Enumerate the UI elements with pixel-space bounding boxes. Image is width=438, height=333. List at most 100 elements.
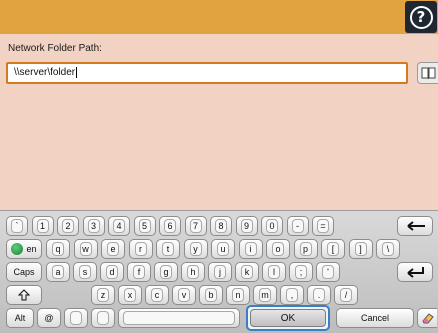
char-key[interactable]: 3 [82,216,105,236]
network-folder-path-input[interactable]: \\server\folder [6,62,408,84]
enter-key[interactable] [397,262,433,282]
caps-lock-key[interactable]: Caps [6,262,42,282]
alt-key-label: Alt [14,313,26,323]
cancel-button[interactable]: Cancel [336,308,414,328]
char-key-label: 4 [113,219,125,233]
slash-key-bottom[interactable] [91,308,115,328]
space-bar-face [123,311,235,325]
cancel-label: Cancel [360,313,389,323]
char-key[interactable]: 0 [261,216,283,236]
alt-key[interactable]: Alt [6,308,34,328]
at-key-label: @ [44,313,54,323]
on-screen-keyboard: ` 1 2 3 4 5 6 7 8 9 0- = q w e r t y u i o p [] \ a s d f g h j k l; ' z x c… [0,210,438,333]
char-key[interactable]: w [73,239,98,259]
char-key-label: f [133,265,145,279]
char-key[interactable]: c [145,285,169,305]
char-key-label: 6 [164,219,176,233]
char-key[interactable]: d [100,262,124,282]
char-key[interactable]: u [211,239,235,259]
char-key-label: s [79,265,91,279]
char-key[interactable]: 2 [57,216,79,236]
address-book-button[interactable] [417,62,438,84]
char-key[interactable]: m [253,285,277,305]
char-key[interactable]: z [91,285,115,305]
char-key[interactable]: v [172,285,196,305]
char-key-label: ' [322,265,334,279]
char-key-label: [ [327,242,339,256]
char-key[interactable]: b [199,285,223,305]
char-key[interactable]: 8 [210,216,232,236]
char-key[interactable]: l [262,262,286,282]
char-key[interactable]: q [46,239,70,259]
char-key[interactable]: ; [289,262,313,282]
char-key-label: l [268,265,280,279]
char-key[interactable]: [ [321,239,345,259]
char-key[interactable]: a [46,262,70,282]
char-key[interactable]: , [280,285,304,305]
help-icon: ? [409,5,433,29]
char-key[interactable]: . [307,285,331,305]
ok-button[interactable]: OK [246,305,330,331]
at-key[interactable]: @ [37,308,61,328]
char-key-label: , [286,288,298,302]
char-key[interactable]: i [238,239,263,259]
char-key[interactable]: ` [6,216,28,236]
char-key-label: a [52,265,64,279]
ok-button-face: OK [250,309,326,327]
char-key[interactable]: p [293,239,318,259]
char-key[interactable]: x [118,285,142,305]
char-key-label: y [189,242,202,256]
char-key[interactable]: 7 [184,216,207,236]
char-key-label: t [162,242,174,256]
shift-key[interactable] [6,285,42,305]
char-key[interactable]: n [226,285,250,305]
eraser-icon [421,313,434,324]
char-key-label: 2 [62,219,74,233]
char-key[interactable]: h [181,262,205,282]
path-input-value: \\server\folder [14,67,76,79]
erase-button[interactable] [417,308,437,328]
dot-key[interactable] [64,308,88,328]
char-key-label: ` [11,219,23,233]
char-key-label: v [178,288,190,302]
space-bar[interactable] [118,308,240,328]
globe-icon [11,243,24,255]
char-key-label: g [160,265,172,279]
slash-key-face [97,311,109,325]
char-key[interactable]: ' [316,262,340,282]
char-key-label: w [79,242,92,256]
char-key[interactable]: y [183,239,208,259]
char-key-label: q [52,242,64,256]
char-key[interactable]: t [156,239,180,259]
char-key[interactable]: g [154,262,178,282]
char-key[interactable]: o [266,239,290,259]
char-key-label: 1 [36,219,49,233]
char-key[interactable]: s [73,262,97,282]
char-key[interactable]: r [128,239,153,259]
shift-arrow-icon [18,289,30,301]
char-key-label: e [107,242,119,256]
backspace-arrow-icon [407,221,425,231]
char-key[interactable]: ] [348,239,373,259]
char-key-label: ] [354,242,367,256]
char-key[interactable]: f [127,262,151,282]
char-key[interactable]: / [334,285,358,305]
char-key[interactable]: = [312,216,334,236]
char-key[interactable]: j [208,262,232,282]
char-key[interactable]: 1 [31,216,54,236]
char-key[interactable]: - [286,216,309,236]
char-key[interactable]: 5 [133,216,156,236]
char-key-label: r [134,242,147,256]
char-key[interactable]: e [101,239,125,259]
char-key[interactable]: 6 [159,216,181,236]
dot-key-face [70,311,82,325]
char-key-label: 5 [138,219,151,233]
char-key[interactable]: k [235,262,259,282]
language-key[interactable]: en [6,239,42,259]
char-key-label: . [313,288,325,302]
help-button[interactable]: ? [405,1,437,33]
char-key[interactable]: \ [376,239,400,259]
backspace-key[interactable] [397,216,433,236]
char-key[interactable]: 9 [235,216,258,236]
char-key[interactable]: 4 [108,216,130,236]
